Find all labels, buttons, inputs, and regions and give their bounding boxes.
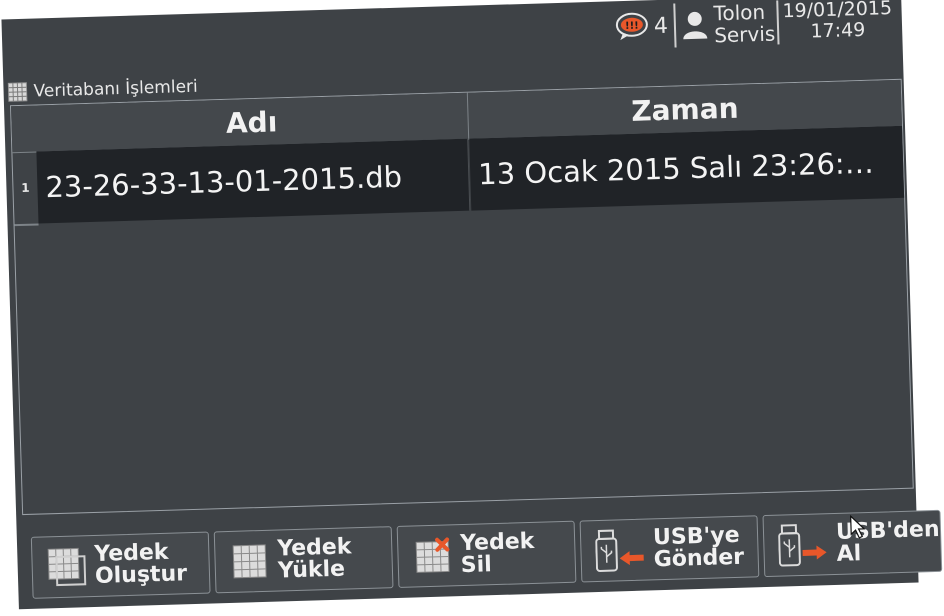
row-number: 1	[12, 151, 39, 227]
user-icon	[683, 11, 708, 40]
window-title-bar: Veritabanı İşlemleri	[7, 76, 198, 104]
load-backup-label-line2: Yükle	[277, 556, 346, 584]
cell-time[interactable]: 13 Ocak 2015 Salı 23:26:…	[469, 125, 905, 211]
user-name-line1: Tolon	[713, 0, 766, 26]
user-name-line2: Servis	[713, 21, 776, 48]
usb-send-icon	[595, 529, 644, 572]
action-toolbar: Yedek Oluştur Yedek Yükle Yedek Sil USB'…	[30, 509, 943, 601]
load-backup-icon	[232, 544, 267, 579]
load-backup-label: Yedek Yükle	[277, 534, 352, 584]
delete-backup-label-line2: Sil	[460, 552, 493, 579]
backup-table: Adı Zaman 1 23-26-33-13-01-2015.db 13 Oc…	[9, 78, 914, 516]
alarm-count: 4	[653, 13, 669, 39]
create-backup-label: Yedek Oluştur	[94, 540, 188, 589]
mouse-cursor-icon	[850, 514, 866, 539]
delete-backup-label: Yedek Sil	[459, 528, 535, 579]
delete-backup-label-line1: Yedek	[459, 528, 535, 557]
send-to-usb-label-line2: Gönder	[653, 544, 745, 573]
get-from-usb-label-line2: Al	[836, 541, 862, 567]
clock-time: 17:49	[810, 18, 866, 43]
window-title: Veritabanı İşlemleri	[33, 76, 199, 102]
send-to-usb-label: USB'ye Gönder	[653, 523, 745, 573]
user-indicator[interactable]: Tolon Servis	[673, 0, 776, 48]
create-backup-label-line2: Oluştur	[94, 561, 188, 589]
create-backup-icon	[47, 547, 87, 587]
send-to-usb-button[interactable]: USB'ye Gönder	[579, 515, 760, 583]
delete-backup-button[interactable]: Yedek Sil	[396, 520, 577, 588]
cell-file-name[interactable]: 23-26-33-13-01-2015.db	[36, 138, 471, 224]
svg-text:!!!: !!!	[625, 21, 639, 32]
grid-icon	[7, 82, 28, 102]
user-name: Tolon Servis	[713, 0, 776, 48]
usb-receive-icon	[778, 524, 827, 567]
device-screen: !!! 4 Tolon Servis 19/01/2015 17:49 Veri…	[1, 0, 943, 610]
delete-backup-icon	[415, 537, 450, 573]
alarm-indicator[interactable]: !!! 4	[613, 0, 669, 53]
photo-stage: !!! 4 Tolon Servis 19/01/2015 17:49 Veri…	[0, 0, 944, 616]
create-backup-button[interactable]: Yedek Oluştur	[30, 531, 211, 599]
alarm-bubble-icon: !!!	[615, 12, 648, 41]
clock: 19/01/2015 17:49	[776, 0, 893, 45]
load-backup-button[interactable]: Yedek Yükle	[213, 526, 394, 594]
database-window: Veritabanı İşlemleri Adı Zaman 1 23-26-3…	[3, 53, 916, 520]
